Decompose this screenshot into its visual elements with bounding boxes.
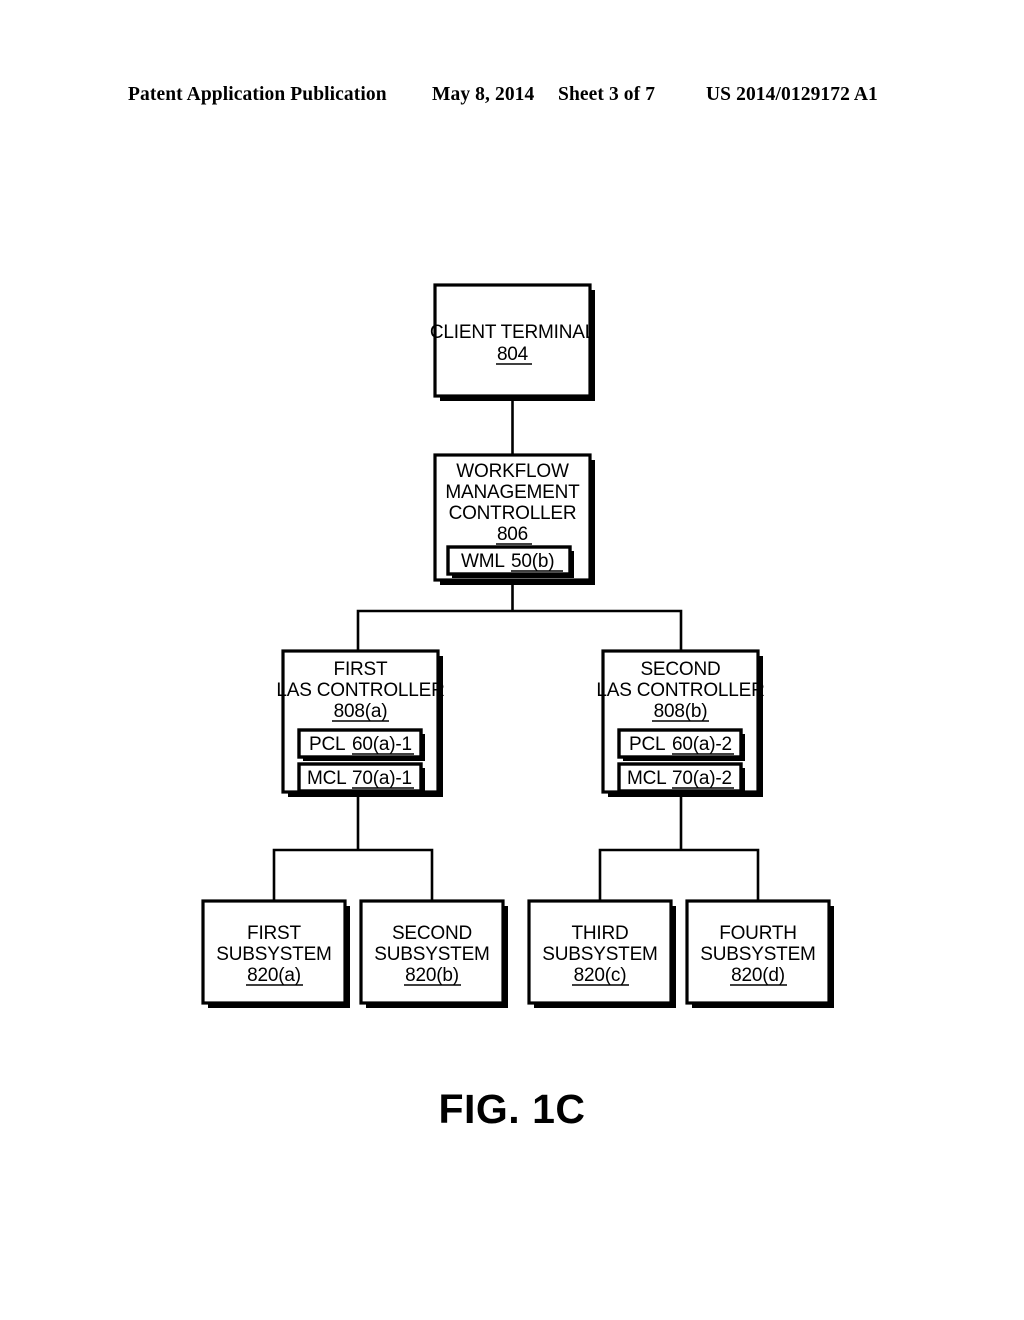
- second-las-label-line-1: SECOND: [640, 659, 720, 680]
- fourth-subsystem-label-line-2: SUBSYSTEM: [700, 944, 815, 965]
- fourth-subsystem-ref: 820(d): [731, 965, 785, 986]
- first-las-ref: 808(a): [334, 701, 388, 722]
- third-subsystem-ref: 820(c): [574, 965, 627, 986]
- wml-ref: 50(b): [511, 551, 554, 572]
- pcl-second-label: PCL: [629, 734, 665, 755]
- first-subsystem-ref: 820(a): [247, 965, 301, 986]
- connector-las1-to-subsystems-bus: [272, 795, 434, 903]
- module-pcl-second[interactable]: PCL 60(a)-2: [617, 728, 745, 761]
- mcl-second-ref: 70(a)-2: [672, 768, 732, 789]
- node-first-las-controller[interactable]: FIRST LAS CONTROLLER 808(a) PCL 60(a)-1 …: [276, 649, 445, 797]
- node-first-subsystem[interactable]: FIRST SUBSYSTEM 820(a): [201, 899, 350, 1008]
- module-wml[interactable]: WML 50(b): [446, 545, 574, 578]
- node-second-las-controller[interactable]: SECOND LAS CONTROLLER 808(b) PCL 60(a)-2…: [596, 649, 765, 797]
- mcl-second-label: MCL: [627, 768, 667, 789]
- client-terminal-label-line-1: CLIENT TERMINAL: [430, 322, 595, 343]
- pcl-first-label: PCL: [309, 734, 345, 755]
- third-subsystem-label-line-2: SUBSYSTEM: [542, 944, 657, 965]
- wmc-ref: 806: [497, 524, 528, 545]
- second-las-ref: 808(b): [654, 701, 708, 722]
- node-third-subsystem[interactable]: THIRD SUBSYSTEM 820(c): [527, 899, 676, 1008]
- pcl-second-ref: 60(a)-2: [672, 734, 732, 755]
- second-las-label-line-2: LAS CONTROLLER: [596, 680, 764, 701]
- first-las-label-line-2: LAS CONTROLLER: [276, 680, 444, 701]
- module-mcl-second[interactable]: MCL 70(a)-2: [617, 762, 745, 795]
- module-mcl-first[interactable]: MCL 70(a)-1: [297, 762, 425, 795]
- node-fourth-subsystem[interactable]: FOURTH SUBSYSTEM 820(d): [685, 899, 834, 1008]
- second-subsystem-label-line-1: SECOND: [392, 923, 472, 944]
- pcl-first-ref: 60(a)-1: [352, 734, 412, 755]
- wmc-label-line-1: WORKFLOW: [456, 461, 569, 482]
- node-workflow-management-controller[interactable]: WORKFLOW MANAGEMENT CONTROLLER 806 WML 5…: [433, 453, 595, 585]
- third-subsystem-label-line-1: THIRD: [571, 923, 628, 944]
- figure-caption: FIG. 1C: [438, 1086, 586, 1132]
- connector-wmc-to-las-bus: [356, 578, 683, 653]
- node-second-subsystem[interactable]: SECOND SUBSYSTEM 820(b): [359, 899, 508, 1008]
- connector-las2-to-subsystems-bus: [598, 795, 760, 903]
- fourth-subsystem-label-line-1: FOURTH: [719, 923, 797, 944]
- first-subsystem-label-line-1: FIRST: [247, 923, 301, 944]
- wmc-label-line-2: MANAGEMENT: [445, 482, 580, 503]
- wmc-label-line-3: CONTROLLER: [449, 503, 577, 524]
- module-pcl-first[interactable]: PCL 60(a)-1: [297, 728, 425, 761]
- mcl-first-ref: 70(a)-1: [352, 768, 412, 789]
- first-subsystem-label-line-2: SUBSYSTEM: [216, 944, 331, 965]
- wml-label: WML: [461, 551, 505, 572]
- second-subsystem-ref: 820(b): [405, 965, 459, 986]
- patent-drawing-page: Patent Application Publication May 8, 20…: [0, 0, 1024, 1320]
- client-terminal-ref: 804: [497, 344, 529, 365]
- node-client-terminal[interactable]: CLIENT TERMINAL 804: [430, 283, 595, 401]
- second-subsystem-label-line-2: SUBSYSTEM: [374, 944, 489, 965]
- first-las-label-line-1: FIRST: [334, 659, 388, 680]
- mcl-first-label: MCL: [307, 768, 347, 789]
